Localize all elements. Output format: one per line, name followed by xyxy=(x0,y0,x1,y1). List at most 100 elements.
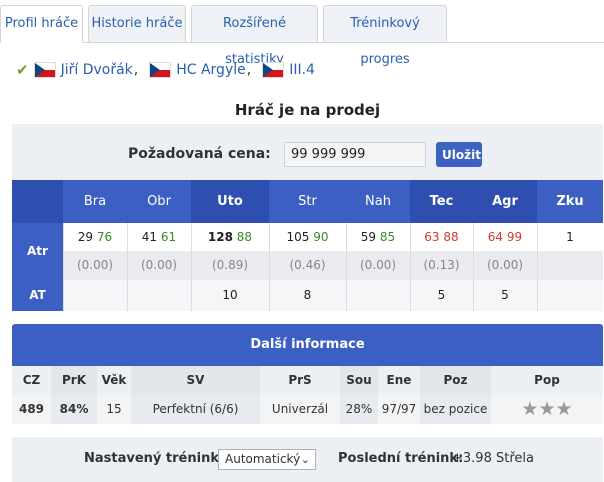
info-column-header: CZ xyxy=(12,366,51,395)
attribute-at-cell xyxy=(127,280,191,311)
cell-divider xyxy=(346,223,347,251)
cell-divider xyxy=(269,223,270,251)
column-header: Obr xyxy=(127,180,191,223)
attribute-max: 61 xyxy=(160,230,177,244)
popularity-stars: ★★★ xyxy=(491,395,603,424)
info-value: Perfektní (6/6) xyxy=(131,395,260,424)
attribute-progress-cell: (0.00) xyxy=(473,251,537,280)
cell-divider xyxy=(537,223,538,251)
sale-panel: Požadovaná cena: Uložit xyxy=(12,124,603,180)
star-icon: ★ xyxy=(521,398,539,420)
info-column-header: SV xyxy=(131,366,260,395)
league-link[interactable]: III.4 xyxy=(289,62,315,78)
attribute-value-cell: 105 90 xyxy=(269,223,346,251)
training-select[interactable]: Automatický ⌄ xyxy=(218,449,316,470)
attribute-max: 88 xyxy=(236,230,253,244)
info-value: 489 xyxy=(12,395,51,424)
info-column-header: PrS xyxy=(260,366,340,395)
cell-divider xyxy=(473,223,474,251)
info-value: bez pozice xyxy=(420,395,491,424)
cell-divider xyxy=(473,251,474,280)
column-header: Tec xyxy=(410,180,473,223)
attribute-value: 41 xyxy=(141,230,158,244)
attribute-value: 64 xyxy=(487,230,504,244)
attribute-value: 63 xyxy=(424,230,440,244)
star-icon: ★ xyxy=(538,398,556,420)
czech-flag-icon xyxy=(263,63,284,77)
attribute-max: 76 xyxy=(96,230,113,244)
attribute-max: 85 xyxy=(379,230,396,244)
cell-divider xyxy=(63,280,64,311)
cell-divider xyxy=(410,223,411,251)
info-column-header: Věk xyxy=(97,366,131,395)
attribute-value-cell: 64 99 xyxy=(473,223,537,251)
tab-player-profile[interactable]: Profil hráče xyxy=(0,5,83,43)
star-icon: ★ xyxy=(555,398,573,420)
cell-divider xyxy=(127,251,128,280)
player-header: ✔ Jiří Dvořák, HC Argyle, III.4 xyxy=(16,61,315,79)
price-label: Požadovaná cena: xyxy=(128,146,271,162)
cell-divider xyxy=(191,223,192,251)
price-input[interactable] xyxy=(284,142,426,167)
tab-bar: Profil hráče Historie hráče Rozšířené st… xyxy=(0,0,604,67)
save-button[interactable]: Uložit xyxy=(436,142,482,167)
attribute-value: 29 xyxy=(77,230,94,244)
more-info-title: Další informace xyxy=(12,324,603,366)
attribute-at-cell: 10 xyxy=(191,280,269,311)
attribute-max: 99 xyxy=(506,230,523,244)
attribute-value-cell: 29 76 xyxy=(63,223,127,251)
attribute-progress-cell: (0.00) xyxy=(63,251,127,280)
cell-divider xyxy=(346,280,347,311)
attribute-progress-cell: (0.89) xyxy=(191,251,269,280)
attribute-at-cell: 8 xyxy=(269,280,346,311)
team-link[interactable]: HC Argyle xyxy=(176,62,246,78)
attribute-at-cell xyxy=(63,280,127,311)
last-training-label: Poslední trénink: xyxy=(338,451,464,466)
info-column-header: Poz xyxy=(420,366,491,395)
cell-divider xyxy=(269,280,270,311)
table-corner xyxy=(12,180,63,223)
player-name-link[interactable]: Jiří Dvořák xyxy=(61,62,133,78)
column-header: Str xyxy=(269,180,346,223)
attribute-progress-cell: (0.00) xyxy=(127,251,191,280)
attribute-progress-cell: (0.46) xyxy=(269,251,346,280)
training-select-value: Automatický xyxy=(225,452,301,466)
cell-divider xyxy=(191,280,192,311)
info-column-header: Pop xyxy=(491,366,603,395)
cell-divider xyxy=(537,251,538,280)
attribute-progress-cell xyxy=(537,251,603,280)
cell-divider xyxy=(410,280,411,311)
cell-divider xyxy=(63,251,64,280)
tab-training-progress[interactable]: Tréninkový progres xyxy=(323,5,447,67)
cell-divider xyxy=(127,223,128,251)
column-header: Zku xyxy=(537,180,603,223)
attribute-max: 88 xyxy=(443,230,459,244)
cell-divider xyxy=(269,251,270,280)
info-column-header: Ene xyxy=(378,366,420,395)
attribute-progress-cell: (0.13) xyxy=(410,251,473,280)
training-panel: Nastavený trénink: Automatický ⌄ Posledn… xyxy=(12,437,603,482)
attribute-value-cell: 59 85 xyxy=(346,223,410,251)
czech-flag-icon xyxy=(150,63,171,77)
row-label-at: AT xyxy=(12,280,63,311)
tab-extended-stats[interactable]: Rozšířené statistiky xyxy=(191,5,318,67)
info-value: 28% xyxy=(340,395,378,424)
attribute-at-cell xyxy=(537,280,603,311)
attribute-value: 1 xyxy=(566,230,574,244)
attribute-value: 105 xyxy=(286,230,310,244)
row-label-atr: Atr xyxy=(12,223,63,280)
czech-flag-icon xyxy=(34,63,55,77)
cell-divider xyxy=(191,251,192,280)
attribute-value-cell: 1 xyxy=(537,223,603,251)
chevron-down-icon: ⌄ xyxy=(300,453,310,466)
info-column-header: PrK xyxy=(51,366,97,395)
training-label: Nastavený trénink: xyxy=(84,451,225,466)
tab-player-history[interactable]: Historie hráče xyxy=(88,5,186,42)
info-value: Univerzál xyxy=(260,395,340,424)
column-header: Agr xyxy=(473,180,537,223)
cell-divider xyxy=(537,280,538,311)
attribute-value-cell: 41 61 xyxy=(127,223,191,251)
attribute-max: 90 xyxy=(313,230,329,244)
column-header: Bra xyxy=(63,180,127,223)
attribute-value: 59 xyxy=(360,230,377,244)
